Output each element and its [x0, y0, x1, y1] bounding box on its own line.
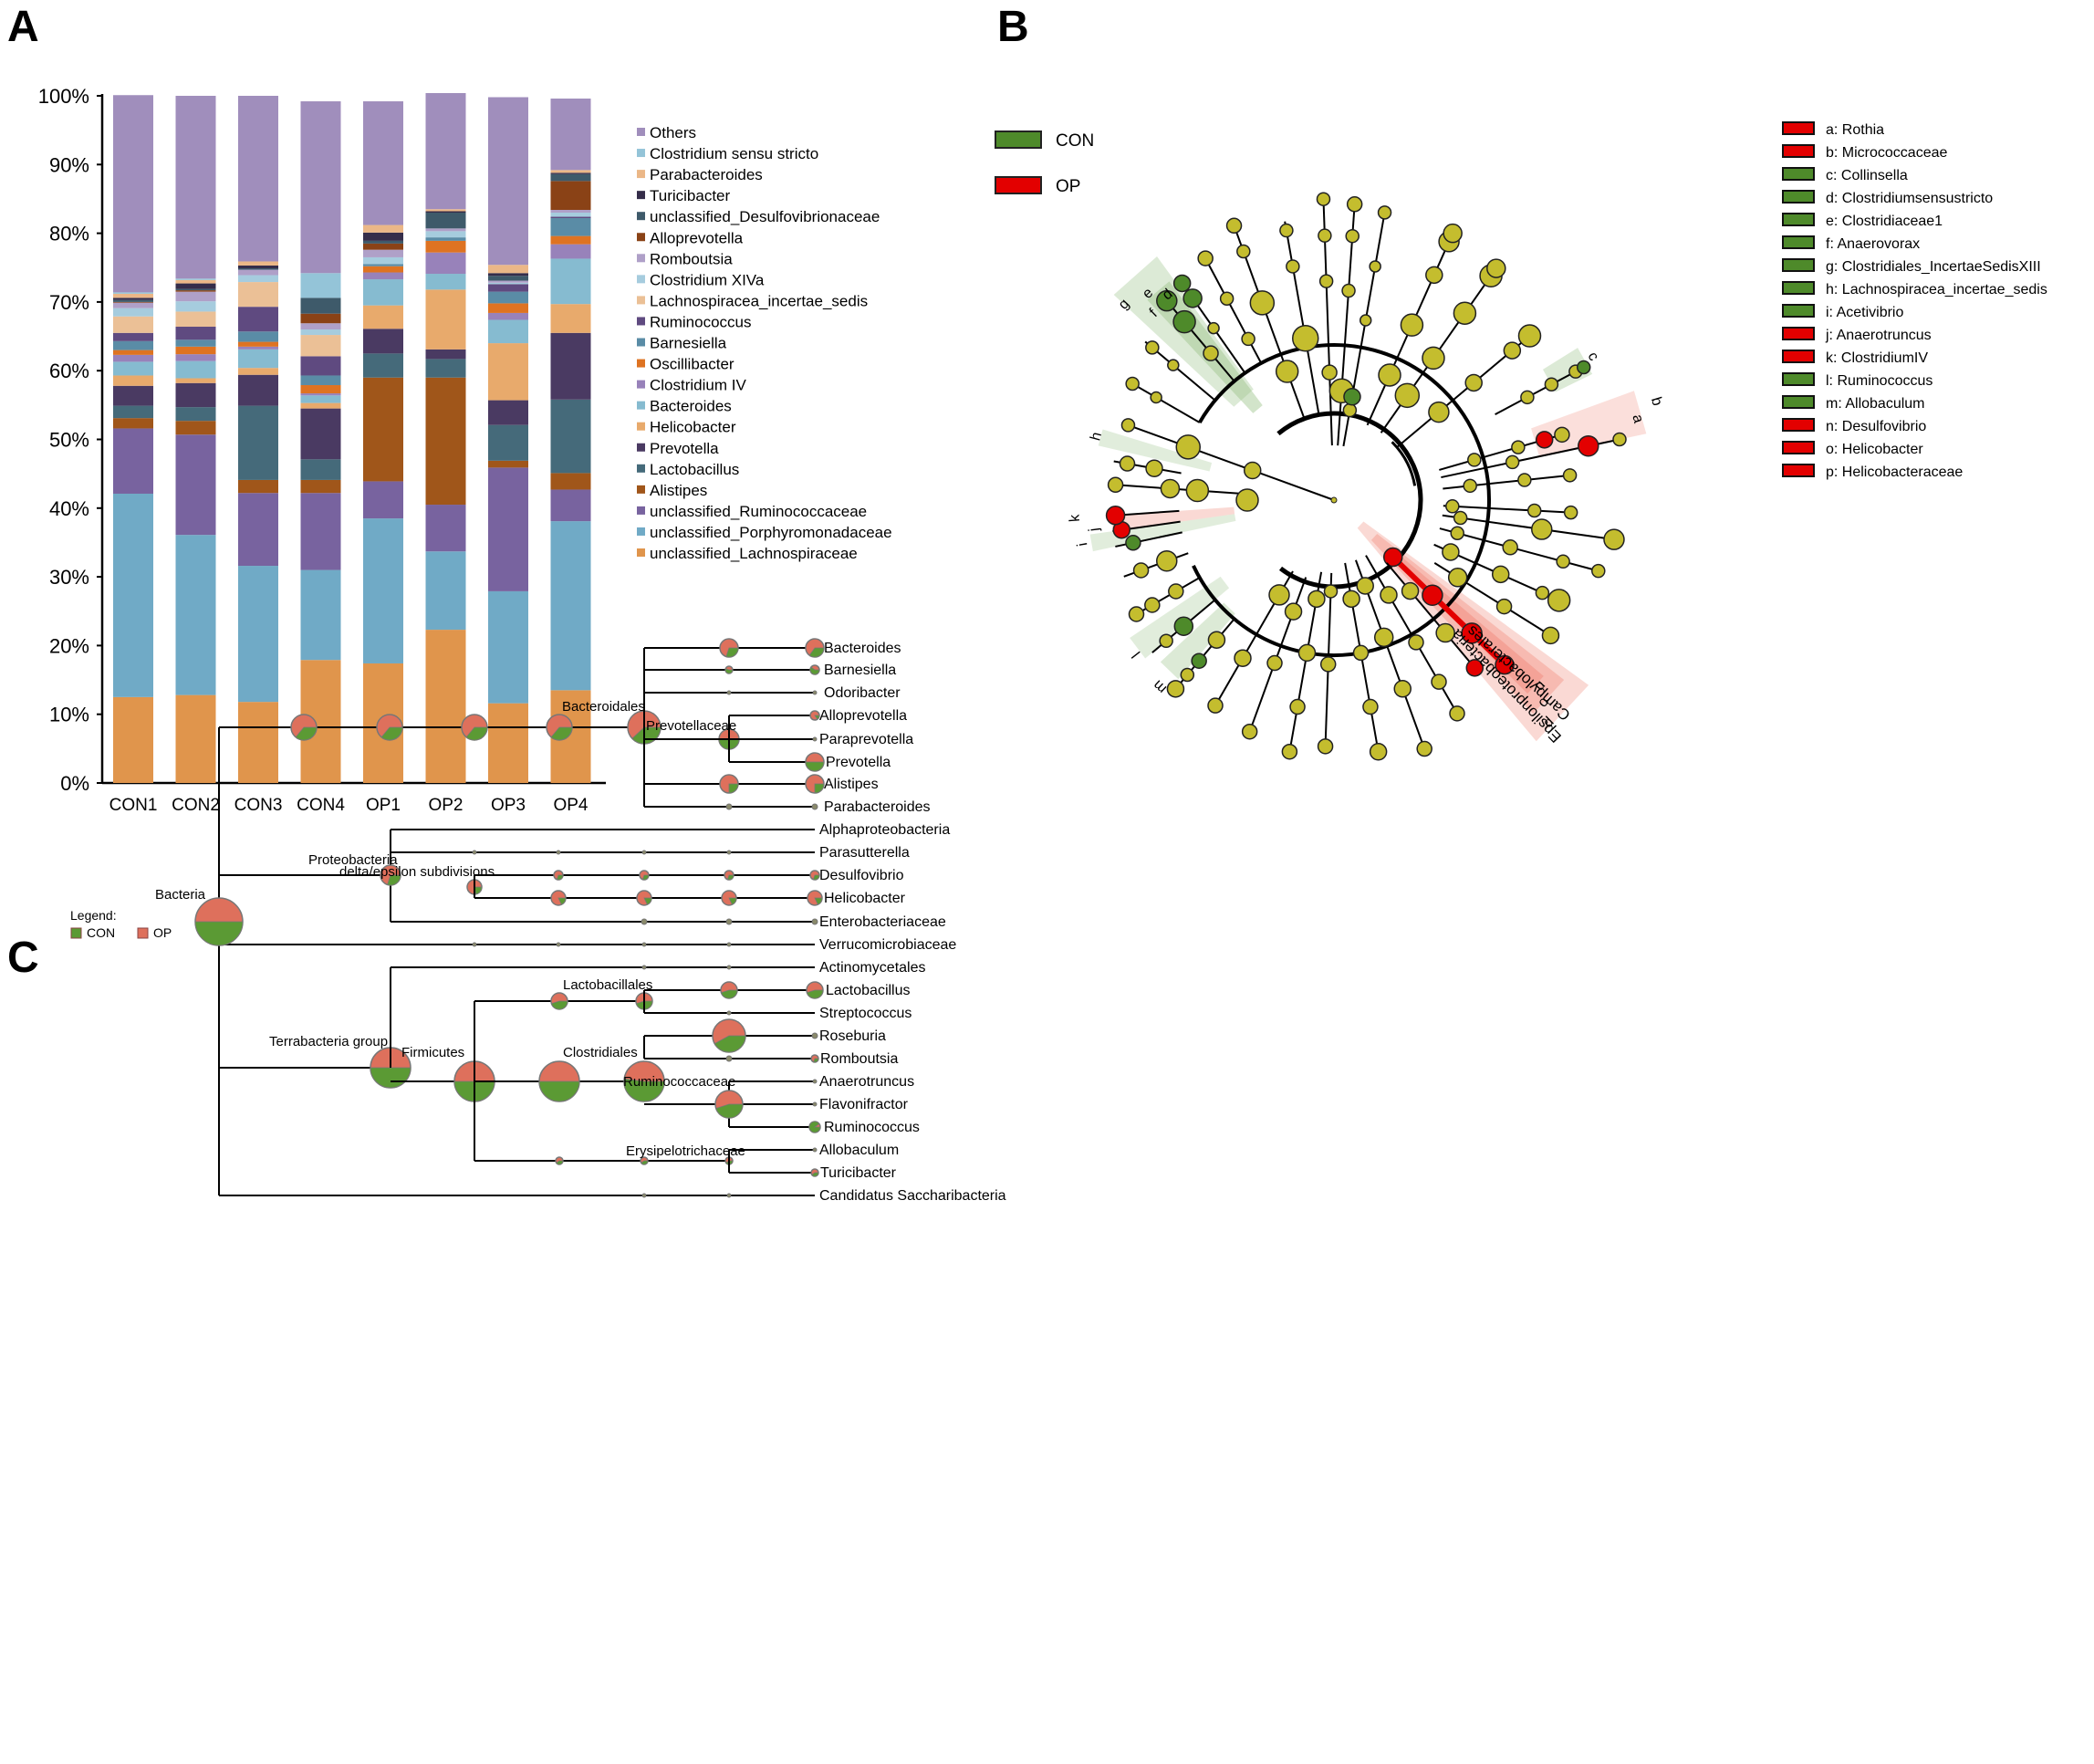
leaf-label: Odoribacter	[824, 685, 901, 701]
pie-node	[472, 942, 477, 947]
leaf-label: Alistipes	[824, 777, 879, 792]
pie-node	[556, 942, 561, 947]
pie-node-con-slice	[556, 874, 564, 881]
pie-node	[812, 690, 818, 695]
pie-node-con-slice	[726, 874, 734, 881]
legend-swatch-op	[137, 927, 149, 939]
pie-node	[812, 1101, 818, 1107]
pie-node	[556, 850, 561, 855]
pie-node	[812, 1079, 818, 1084]
leaf-label: Verrucomicrobiaceae	[819, 937, 956, 953]
leaf-label: Parabacteroides	[824, 799, 931, 815]
pie-node	[725, 1055, 733, 1062]
pie-node	[472, 850, 477, 855]
leaf-label: Flavonifractor	[819, 1097, 909, 1112]
pie-node-con-slice	[641, 874, 650, 881]
legend-swatch-con	[70, 927, 82, 939]
leaf-label: Desulfovibrio	[819, 868, 904, 883]
pie-node-con-slice	[728, 783, 739, 794]
internal-label-prevotellaceae: Prevotellaceae	[646, 718, 736, 734]
legend-label-con: CON	[87, 925, 115, 940]
leaf-label: Roseburia	[819, 1028, 886, 1044]
pie-node-delta-epsilon-con-slice	[474, 886, 483, 895]
pie-node	[726, 942, 732, 947]
internal-label-clostridiales: Clostridiales	[563, 1045, 638, 1060]
internal-label-delta-epsilon: delta/epsilon subdivisions	[339, 864, 495, 880]
pie-node	[811, 1032, 818, 1039]
leaf-label: Candidatus Saccharibacteria	[819, 1188, 1006, 1204]
pie-node	[812, 736, 818, 742]
pie-node	[726, 965, 732, 970]
leaf-label: Ruminococcus	[824, 1120, 920, 1135]
leaf-label: Alphaproteobacteria	[819, 822, 950, 838]
internal-label-terrabacteria: Terrabacteria group	[269, 1034, 388, 1049]
leaf-label: Alloprevotella	[819, 708, 907, 724]
internal-label-ruminococcaceae: Ruminococcaceae	[623, 1074, 735, 1090]
internal-label-bacteroidales: Bacteroidales	[562, 699, 645, 715]
legend-title: Legend:	[70, 908, 117, 923]
pie-node	[726, 1193, 732, 1198]
legend-label-op: OP	[153, 925, 172, 940]
pie-node	[725, 918, 733, 925]
internal-label-lactobacillales: Lactobacillales	[563, 977, 652, 993]
pie-node-clostridiales-con-slice	[538, 1080, 580, 1102]
pie-node	[641, 918, 648, 925]
leaf-label: Paraprevotella	[819, 732, 913, 747]
leaf-label: Anaerotruncus	[819, 1074, 914, 1090]
pie-node-con-slice	[814, 783, 825, 794]
pie-node	[641, 1193, 647, 1198]
pie-node	[641, 965, 647, 970]
leaf-label: Prevotella	[826, 755, 891, 770]
internal-label-bacteria: Bacteria	[155, 887, 206, 903]
leaf-label: Parasutterella	[819, 845, 910, 861]
pie-node-con-slice	[805, 761, 825, 772]
leaf-label: Helicobacter	[824, 891, 906, 906]
pie-node	[726, 850, 732, 855]
leaf-label: Turicibacter	[820, 1165, 897, 1181]
leaf-label: Barnesiella	[824, 663, 896, 678]
pie-node-bacteria-con-slice	[194, 921, 244, 946]
pie-node	[811, 918, 818, 925]
leaf-label: Lactobacillus	[826, 983, 911, 998]
pie-node-terrabacteria-con-slice	[370, 1067, 412, 1089]
pie-node	[811, 803, 818, 810]
internal-label-erysipelotrichaceae: Erysipelotrichaceae	[626, 1143, 745, 1159]
taxonomy-pie-tree: Legend: CON OP Bacteroides Barnesiella Odorib…	[70, 638, 1006, 1204]
leaf-label: Streptococcus	[819, 1006, 912, 1021]
pie-node	[812, 1147, 818, 1153]
pie-node	[725, 803, 733, 810]
leaf-label: Allobaculum	[819, 1143, 899, 1158]
pie-node	[641, 850, 647, 855]
leaf-label: Bacteroides	[824, 641, 901, 656]
pie-node	[641, 942, 647, 947]
pie-node	[726, 690, 732, 695]
internal-label-firmicutes: Firmicutes	[401, 1045, 464, 1060]
pie-node	[726, 1010, 732, 1016]
pie-node-con-slice	[808, 1121, 821, 1133]
leaf-label: Romboutsia	[820, 1051, 898, 1067]
leaf-label: Actinomycetales	[819, 960, 926, 976]
leaf-label: Enterobacteriaceae	[819, 914, 946, 930]
